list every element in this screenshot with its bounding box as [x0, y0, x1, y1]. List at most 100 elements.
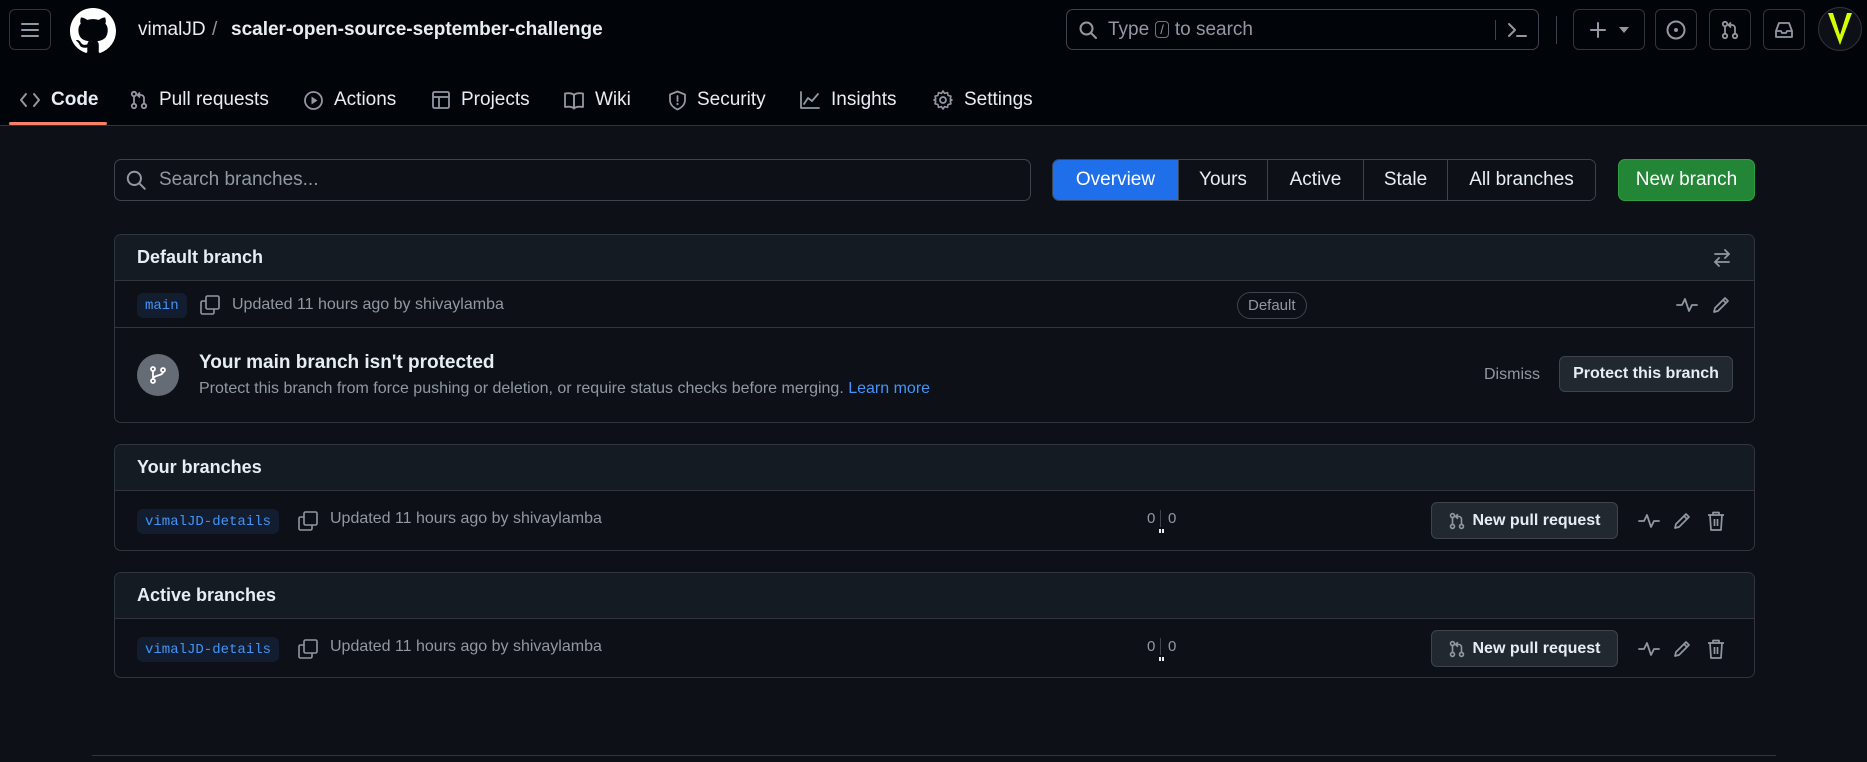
ahead-bar [1162, 657, 1164, 661]
tab-insights[interactable]: Insights [799, 74, 896, 126]
tab-actions[interactable]: Actions [303, 74, 396, 126]
branch-row: main Updated 11 hours ago by shivaylamba… [115, 281, 1754, 328]
dismiss-button[interactable]: Dismiss [1484, 366, 1540, 384]
branch-name-link[interactable]: main [137, 293, 187, 318]
tab-wiki[interactable]: Wiki [563, 74, 631, 126]
branch-filter-tabs: Overview Yours Active Stale All branches [1052, 159, 1596, 201]
pencil-icon[interactable] [1711, 295, 1731, 315]
gear-icon [933, 90, 953, 110]
tab-label: Pull requests [159, 89, 269, 110]
activity-icon[interactable] [1638, 639, 1660, 659]
git-pull-request-icon [1450, 640, 1465, 657]
your-branches-section: Your branches vimalJD-details Updated 11… [114, 444, 1755, 551]
branch-updated-text: Updated 11 hours ago by shivaylamba [330, 638, 602, 655]
tab-security[interactable]: Security [668, 74, 766, 126]
tab-label: Actions [334, 89, 397, 110]
branch-row: vimalJD-details Updated 11 hours ago by … [115, 619, 1754, 677]
protect-branch-button[interactable]: Protect this branch [1559, 356, 1733, 392]
repo-owner-link[interactable]: vimalJD [138, 19, 206, 41]
menu-button[interactable] [9, 9, 51, 50]
global-search-input[interactable]: Type / to search [1066, 9, 1539, 50]
filter-all-branches[interactable]: All branches [1447, 160, 1595, 200]
switch-default-branch-icon[interactable] [1712, 248, 1732, 268]
tab-code[interactable]: Code [19, 74, 99, 126]
github-logo-icon[interactable] [70, 8, 118, 54]
learn-more-link[interactable]: Learn more [848, 380, 930, 397]
pencil-icon[interactable] [1672, 639, 1692, 659]
active-branches-section: Active branches vimalJD-details Updated … [114, 572, 1755, 678]
trash-icon[interactable] [1706, 510, 1726, 532]
search-icon [1078, 20, 1098, 40]
footer-divider [92, 755, 1776, 756]
tab-label: Wiki [595, 89, 631, 110]
play-icon [304, 90, 323, 110]
default-branch-section: Default branch main Updated 11 hours ago… [114, 234, 1755, 423]
shield-icon [669, 90, 686, 110]
filter-active[interactable]: Active [1267, 160, 1363, 200]
repo-name-link[interactable]: scaler-open-source-september-challenge [231, 19, 603, 41]
git-branch-icon [137, 354, 179, 396]
branch-name-link[interactable]: vimalJD-details [137, 509, 280, 534]
divider [1556, 16, 1557, 44]
new-pull-request-label: New pull request [1472, 511, 1601, 529]
section-header: Default branch [115, 235, 1754, 281]
plus-icon [1590, 21, 1606, 38]
new-pull-request-button[interactable]: New pull request [1431, 630, 1618, 667]
ahead-behind-divider [1160, 638, 1161, 655]
search-placeholder-post: to search [1174, 18, 1253, 40]
behind-bar [1159, 529, 1161, 533]
command-palette-icon[interactable] [1506, 20, 1528, 40]
branch-row: vimalJD-details Updated 11 hours ago by … [115, 491, 1754, 550]
inbox-icon [1775, 21, 1793, 38]
breadcrumb-separator: / [212, 19, 218, 40]
divider [1495, 20, 1496, 40]
create-new-button[interactable] [1573, 9, 1645, 50]
copy-icon[interactable] [297, 638, 319, 660]
active-tab-indicator [9, 122, 107, 125]
user-avatar[interactable] [1818, 7, 1862, 51]
copy-icon[interactable] [297, 510, 319, 532]
behind-count: 0 [1147, 510, 1156, 527]
copy-icon[interactable] [199, 294, 221, 316]
filter-yours[interactable]: Yours [1178, 160, 1267, 200]
tab-label: Insights [831, 89, 897, 110]
avatar-v-logo-icon [1828, 13, 1852, 45]
table-icon [432, 91, 450, 109]
trash-icon[interactable] [1706, 638, 1726, 660]
ahead-count: 0 [1168, 510, 1177, 527]
inbox-button[interactable] [1763, 9, 1805, 50]
top-bar: vimalJD / scaler-open-source-september-c… [0, 0, 1867, 60]
graph-icon [800, 91, 820, 109]
activity-icon[interactable] [1676, 295, 1698, 315]
issue-opened-icon [1666, 20, 1686, 39]
section-title: Active branches [137, 585, 277, 605]
tab-label: Projects [461, 89, 530, 110]
issues-button[interactable] [1655, 9, 1697, 50]
app-header: vimalJD / scaler-open-source-september-c… [0, 0, 1867, 126]
new-pull-request-button[interactable]: New pull request [1431, 502, 1618, 539]
tab-pull-requests[interactable]: Pull requests [129, 74, 269, 126]
filter-stale[interactable]: Stale [1363, 160, 1447, 200]
search-placeholder-pre: Type [1108, 18, 1150, 40]
branch-protection-banner: Your main branch isn't protected Protect… [115, 328, 1754, 421]
branch-name-link[interactable]: vimalJD-details [137, 637, 280, 662]
activity-icon[interactable] [1638, 511, 1660, 531]
branch-search-input[interactable]: Search branches... [114, 159, 1031, 201]
pencil-icon[interactable] [1672, 511, 1692, 531]
repo-nav-tabs: Code Pull requests Actions Projects Wiki… [0, 74, 1867, 126]
section-title: Your branches [137, 457, 262, 477]
filter-overview[interactable]: Overview [1053, 160, 1178, 200]
protection-description-text: Protect this branch from force pushing o… [199, 380, 844, 397]
git-pull-request-icon [1721, 20, 1739, 39]
new-branch-button[interactable]: New branch [1618, 159, 1755, 201]
pull-requests-button[interactable] [1709, 9, 1751, 50]
section-header: Your branches [115, 445, 1754, 491]
tab-projects[interactable]: Projects [431, 74, 530, 126]
search-icon [125, 169, 147, 191]
tab-label: Settings [964, 89, 1033, 110]
tab-settings[interactable]: Settings [932, 74, 1033, 126]
ahead-behind-divider [1160, 510, 1161, 527]
git-pull-request-icon [130, 90, 148, 110]
section-title: Default branch [137, 247, 264, 267]
hamburger-icon [21, 22, 39, 37]
